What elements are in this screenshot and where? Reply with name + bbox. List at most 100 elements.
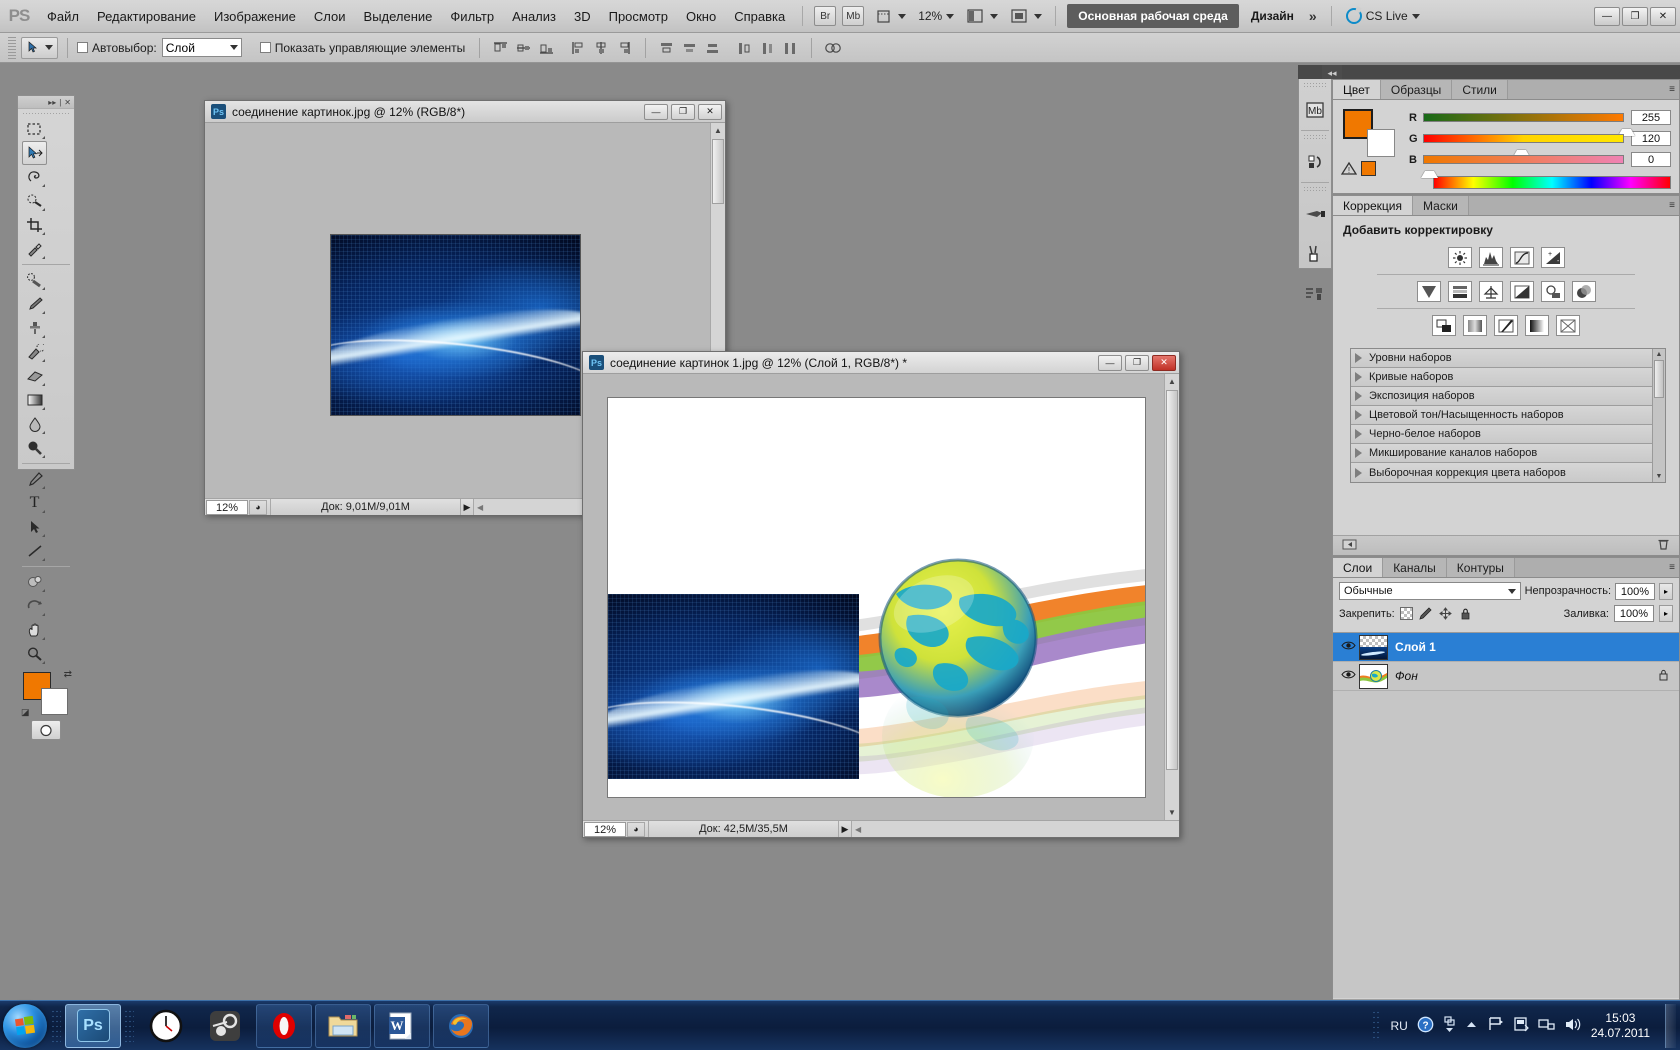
background-color-swatch[interactable] xyxy=(41,688,68,715)
preset-black-white[interactable]: Черно-белое наборов xyxy=(1351,425,1665,444)
clone-stamp-tool[interactable] xyxy=(22,316,47,340)
threshold-icon[interactable] xyxy=(1494,315,1518,336)
eraser-tool[interactable] xyxy=(22,364,47,388)
invert-icon[interactable] xyxy=(1432,315,1456,336)
presets-scroll-thumb[interactable] xyxy=(1654,360,1664,398)
restore-button[interactable]: ❐ xyxy=(1622,6,1648,26)
channel-value-r[interactable]: 255 xyxy=(1631,110,1671,125)
distribute-vertical-centers-button[interactable] xyxy=(679,37,700,58)
align-vertical-centers-button[interactable] xyxy=(513,37,534,58)
document-2-status-menu-button[interactable]: ▶ xyxy=(838,821,852,837)
taskbar-clock[interactable]: 15:03 24.07.2011 xyxy=(1591,1011,1650,1041)
lock-position-icon[interactable] xyxy=(1438,606,1453,621)
3d-object-rotate-tool[interactable] xyxy=(22,570,47,594)
layer-thumbnail[interactable] xyxy=(1359,634,1388,660)
menu-select[interactable]: Выделение xyxy=(355,5,442,28)
spot-healing-brush-tool[interactable] xyxy=(22,268,47,292)
screen-mode-dropdown[interactable] xyxy=(1008,6,1043,26)
menu-image[interactable]: Изображение xyxy=(205,5,305,28)
preset-hue-saturation[interactable]: Цветовой тон/Насыщенность наборов xyxy=(1351,406,1665,425)
default-colors-icon[interactable]: ◪ xyxy=(21,707,30,718)
blur-tool[interactable] xyxy=(22,412,47,436)
document-1-status-menu-button[interactable]: ▶ xyxy=(460,499,474,515)
auto-align-layers-button[interactable] xyxy=(822,37,843,58)
align-right-edges-button[interactable] xyxy=(614,37,635,58)
autoselect-checkbox[interactable] xyxy=(77,42,88,53)
document-1-minimize-button[interactable]: — xyxy=(644,103,668,120)
align-bottom-edges-button[interactable] xyxy=(536,37,557,58)
preset-curves[interactable]: Кривые наборов xyxy=(1351,368,1665,387)
vibrance-icon[interactable] xyxy=(1416,281,1441,302)
language-indicator[interactable]: RU xyxy=(1390,1019,1407,1033)
lock-transparent-pixels-icon[interactable] xyxy=(1399,607,1413,620)
preset-levels[interactable]: Уровни наборов xyxy=(1351,349,1665,368)
show-hidden-icons-icon[interactable] xyxy=(1465,1019,1478,1033)
document-1-scroll-up-button[interactable]: ▲ xyxy=(711,123,725,138)
document-2-maximize-button[interactable]: ❐ xyxy=(1125,354,1149,371)
rectangular-marquee-tool[interactable] xyxy=(22,117,47,141)
tab-styles[interactable]: Стили xyxy=(1452,80,1508,99)
layer-row-fon[interactable]: Фон xyxy=(1333,662,1679,691)
options-bar-grip[interactable] xyxy=(8,36,16,59)
taskbar-grip-dots[interactable] xyxy=(51,1008,61,1043)
autoselect-dropdown[interactable]: Слой xyxy=(161,38,242,57)
workspace-essentials-button[interactable]: Основная рабочая среда xyxy=(1067,4,1239,28)
start-button[interactable] xyxy=(3,1003,47,1048)
distribute-left-edges-button[interactable] xyxy=(734,37,755,58)
document-1-title-bar[interactable]: Ps соединение картинок.jpg @ 12% (RGB/8*… xyxy=(205,101,725,123)
brightness-contrast-icon[interactable] xyxy=(1447,247,1472,268)
document-2-scroll-thumb[interactable] xyxy=(1166,390,1178,770)
tab-adjustments[interactable]: Коррекция xyxy=(1333,196,1414,215)
document-2-horizontal-scrollbar[interactable]: ◀ xyxy=(852,821,1179,837)
tools-close-button[interactable]: ✕ xyxy=(64,98,71,107)
workspace-design-button[interactable]: Дизайн xyxy=(1242,4,1303,28)
channel-value-b[interactable]: 0 xyxy=(1631,152,1671,167)
hand-tool[interactable] xyxy=(22,618,47,642)
document-2-close-button[interactable]: ✕ xyxy=(1152,354,1176,371)
color-balance-icon[interactable] xyxy=(1478,281,1503,302)
document-2-scroll-up-button[interactable]: ▲ xyxy=(1165,374,1179,389)
preset-expand-triangle-icon[interactable] xyxy=(1355,448,1362,458)
preset-expand-triangle-icon[interactable] xyxy=(1355,391,1362,401)
taskbar-clock-widget[interactable] xyxy=(138,1004,194,1048)
channel-mixer-icon[interactable] xyxy=(1571,281,1596,302)
quick-mask-mode-button[interactable] xyxy=(31,720,61,740)
document-2-minimize-button[interactable]: — xyxy=(1098,354,1122,371)
lock-image-pixels-icon[interactable] xyxy=(1418,606,1433,621)
swap-colors-icon[interactable]: ⇄ xyxy=(64,669,72,680)
menu-layer[interactable]: Слои xyxy=(305,5,355,28)
3d-camera-orbit-tool[interactable] xyxy=(22,594,47,618)
tools-collapse-button[interactable]: ▸▸ xyxy=(48,98,56,107)
zoom-tool[interactable] xyxy=(22,642,47,666)
close-button[interactable]: ✕ xyxy=(1650,6,1676,26)
taskbar-steam[interactable] xyxy=(197,1004,253,1048)
channel-track-b[interactable] xyxy=(1421,155,1624,178)
presets-scroll-down[interactable]: ▼ xyxy=(1653,471,1665,482)
view-extras-dropdown[interactable] xyxy=(872,6,907,26)
photo-filter-icon[interactable] xyxy=(1540,281,1565,302)
preset-exposure[interactable]: Экспозиция наборов xyxy=(1351,387,1665,406)
menu-analysis[interactable]: Анализ xyxy=(503,5,565,28)
distribute-horizontal-centers-button[interactable] xyxy=(757,37,778,58)
taskbar-opera[interactable] xyxy=(256,1003,312,1048)
taskbar-photoshop[interactable]: Ps xyxy=(65,1003,121,1048)
presets-scroll-up[interactable]: ▲ xyxy=(1653,349,1665,360)
channel-thumb-b[interactable] xyxy=(1421,164,1438,178)
preset-expand-triangle-icon[interactable] xyxy=(1355,410,1362,420)
channel-value-g[interactable]: 120 xyxy=(1631,131,1671,146)
history-icon[interactable] xyxy=(1299,142,1331,182)
fill-slider-button[interactable]: ▸ xyxy=(1659,605,1673,622)
volume-icon[interactable] xyxy=(1564,1017,1582,1035)
eyedropper-tool[interactable] xyxy=(22,237,47,261)
color-panel-background-swatch[interactable] xyxy=(1367,129,1395,157)
distribute-right-edges-button[interactable] xyxy=(780,37,801,58)
cs-live-button[interactable]: CS Live xyxy=(1340,8,1420,24)
preset-expand-triangle-icon[interactable] xyxy=(1355,467,1362,478)
zoom-level-dropdown[interactable]: 12% xyxy=(916,9,955,23)
tools-panel-header[interactable]: ▸▸ | ✕ xyxy=(18,96,74,109)
align-horizontal-centers-button[interactable] xyxy=(591,37,612,58)
document-1-zoom-field[interactable]: 12% xyxy=(206,499,248,515)
color-panel-menu-icon[interactable]: ≡ xyxy=(1669,84,1675,95)
path-selection-tool[interactable] xyxy=(22,515,47,539)
black-white-icon[interactable] xyxy=(1509,281,1534,302)
